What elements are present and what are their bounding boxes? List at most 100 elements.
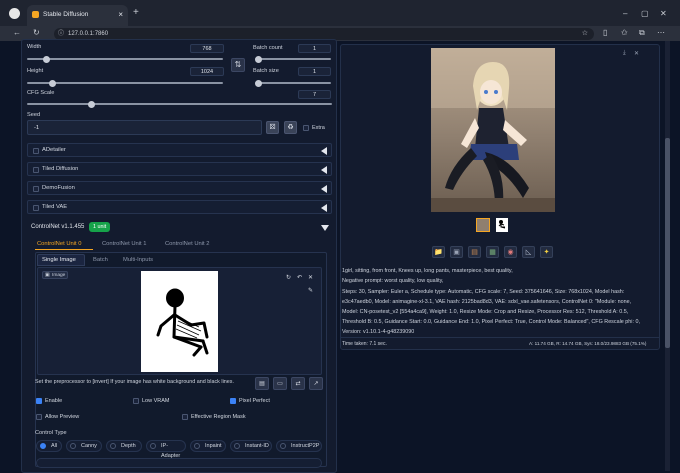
collections-icon[interactable]: ⧉ (639, 28, 645, 38)
tab-controlnet-unit-1[interactable]: ControlNet Unit 1 (102, 241, 146, 247)
adetailer-checkbox[interactable] (33, 148, 39, 154)
batch-count-input[interactable]: 1 (298, 44, 331, 53)
new-tab-button[interactable]: + (133, 7, 139, 18)
controlnet-title[interactable]: ControlNet v1.1.455 (31, 224, 84, 230)
zip-icon[interactable]: ▤ (468, 246, 481, 258)
accordion-tiled-vae[interactable]: Tiled VAE (27, 200, 332, 214)
vram-usage: A: 11.74 GB, R: 14.74 GB, Sys: 18.0/23.9… (529, 341, 647, 346)
browser-profile-icon[interactable] (9, 8, 20, 19)
send-to-extras-icon[interactable]: ◺ (522, 246, 535, 258)
control-type-ip-adapter[interactable]: IP-Adapter (146, 440, 186, 459)
height-input[interactable]: 1024 (190, 67, 224, 76)
batch-size-label: Batch size (253, 68, 279, 74)
batch-count-slider[interactable] (255, 55, 331, 63)
info-line: e3c47aedb0, Model: animagine-xl-3.1, VAE… (342, 299, 632, 305)
control-type-inpaint[interactable]: Inpaint (190, 440, 226, 452)
width-input[interactable]: 768 (190, 44, 224, 53)
enable-checkbox[interactable] (36, 398, 42, 404)
radio-label: Inpaint (205, 443, 222, 449)
sparkle-icon[interactable]: ✦ (540, 246, 553, 258)
effective-region-mask-checkbox[interactable] (182, 414, 188, 420)
cfg-scale-slider[interactable] (27, 100, 332, 108)
seed-input[interactable]: -1 (27, 120, 262, 135)
thumbnail-generated[interactable] (476, 218, 490, 232)
batch-size-slider[interactable] (255, 79, 331, 87)
clear-image-icon[interactable]: ✕ (308, 274, 313, 281)
accordion-demofusion[interactable]: DemoFusion (27, 181, 332, 195)
save-icon[interactable]: ▣ (450, 246, 463, 258)
allow-preview-checkbox[interactable] (36, 414, 42, 420)
tab-controlnet-unit-2[interactable]: ControlNet Unit 2 (165, 241, 209, 247)
accordion-label: Tiled VAE (42, 204, 68, 210)
tab-close-icon[interactable]: × (118, 10, 123, 19)
favorites-icon[interactable]: ✩ (621, 28, 628, 38)
swap-dimensions-button[interactable]: ⇅ (231, 58, 245, 72)
low-vram-label: Low VRAM (142, 398, 170, 404)
maximize-icon[interactable]: ▢ (641, 9, 649, 19)
back-icon[interactable]: ← (13, 28, 21, 38)
favorite-star-icon[interactable]: ☆ (582, 28, 588, 40)
tab-multi-inputs[interactable]: Multi-Inputs (123, 257, 153, 263)
tab-title: Stable Diffusion (43, 11, 89, 18)
send-to-img2img-icon[interactable]: ▦ (486, 246, 499, 258)
edit-image-icon[interactable]: ✎ (308, 287, 313, 294)
height-slider[interactable] (27, 79, 223, 87)
tab-single-image[interactable]: Single Image (42, 257, 76, 263)
batch-count-knob[interactable] (255, 55, 262, 63)
width-slider[interactable] (27, 55, 223, 63)
close-window-icon[interactable]: ✕ (660, 9, 667, 19)
camera-icon[interactable]: ▭ (273, 377, 287, 390)
more-menu-icon[interactable]: ⋯ (657, 28, 665, 38)
upload-arrow-icon[interactable]: ↗ (309, 377, 323, 390)
split-screen-icon[interactable]: ▯ (603, 28, 607, 38)
reload-icon[interactable]: ↻ (33, 28, 40, 38)
generated-image[interactable] (431, 48, 555, 212)
send-to-inpaint-icon[interactable]: ◉ (504, 246, 517, 258)
controlnet-collapse-icon[interactable] (321, 225, 329, 231)
radio-dot (110, 443, 116, 449)
tiled-vae-checkbox[interactable] (33, 205, 39, 211)
width-slider-knob[interactable] (43, 55, 50, 63)
reuse-seed-recycle-icon[interactable]: ♻ (284, 121, 297, 134)
batch-size-input[interactable]: 1 (298, 67, 331, 76)
collapse-arrow-icon[interactable] (321, 204, 327, 212)
collapse-arrow-icon[interactable] (321, 185, 327, 193)
control-type-instructp2p[interactable]: InstructP2P (276, 440, 322, 452)
control-type-label: Control Type (35, 430, 67, 436)
allow-preview-label: Allow Preview (45, 414, 80, 420)
open-folder-icon[interactable]: 📁 (432, 246, 445, 258)
demofusion-checkbox[interactable] (33, 186, 39, 192)
pixel-perfect-checkbox[interactable] (230, 398, 236, 404)
tab-controlnet-unit-0[interactable]: ControlNet Unit 0 (37, 241, 81, 247)
random-seed-dice-icon[interactable]: ⚄ (266, 121, 279, 134)
control-type-depth[interactable]: Depth (106, 440, 142, 452)
thumbnail-pose[interactable] (496, 218, 508, 232)
send-dimensions-icon[interactable]: ▤ (255, 377, 269, 390)
extra-seed-checkbox[interactable] (303, 125, 309, 131)
browser-tab[interactable]: Stable Diffusion × (27, 5, 128, 26)
rotate-icon[interactable]: ↻ (286, 274, 291, 281)
tab-batch[interactable]: Batch (93, 257, 108, 263)
control-type-canny[interactable]: Canny (66, 440, 102, 452)
batch-size-knob[interactable] (255, 79, 262, 87)
minimize-icon[interactable]: – (623, 9, 627, 19)
control-type-instant-id[interactable]: Instant-ID (230, 440, 272, 452)
cfg-scale-knob[interactable] (88, 100, 95, 108)
collapse-arrow-icon[interactable] (321, 147, 327, 155)
control-type-all[interactable]: All (36, 440, 62, 452)
scrollbar-thumb[interactable] (665, 138, 670, 348)
tiled-diffusion-checkbox[interactable] (33, 167, 39, 173)
low-vram-checkbox[interactable] (133, 398, 139, 404)
height-slider-knob[interactable] (49, 79, 56, 87)
close-output-icon[interactable]: ✕ (634, 50, 639, 57)
download-icon[interactable]: ⤓ (623, 50, 626, 57)
controlnet-unit-badge: 1 unit (89, 222, 111, 232)
collapse-arrow-icon[interactable] (321, 166, 327, 174)
mirror-icon[interactable]: ⇄ (291, 377, 305, 390)
accordion-adetailer[interactable]: ADetailer (27, 143, 332, 157)
cfg-scale-input[interactable]: 7 (298, 90, 331, 99)
accordion-tiled-diffusion[interactable]: Tiled Diffusion (27, 162, 332, 176)
undo-icon[interactable]: ↶ (297, 274, 302, 281)
page-scrollbar[interactable] (665, 41, 670, 471)
cfg-scale-label: CFG Scale (27, 90, 55, 96)
